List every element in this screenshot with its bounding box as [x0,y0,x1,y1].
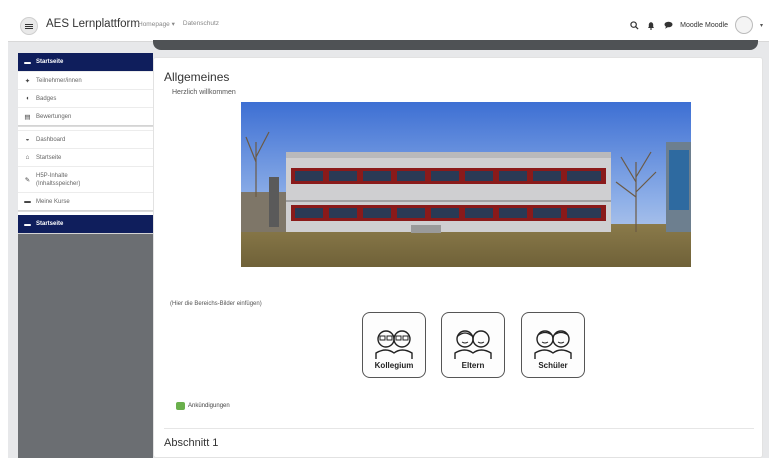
home-icon: ⌂ [25,154,30,161]
tile-label: Eltern [461,361,485,370]
teachers-icon [375,330,413,359]
sidebar-item-startseite[interactable]: ▬ Startseite [18,53,153,71]
sidebar-item-label: Meine Kurse [36,198,70,205]
section-title: Allgemeines [164,70,230,84]
chevron-down-icon[interactable]: ▾ [760,22,763,29]
parents-icon [454,330,492,359]
menu-item-datenschutz[interactable]: Datenschutz [183,20,219,28]
tile-schueler[interactable]: Schüler [521,312,585,378]
users-icon: ✦ [24,77,31,85]
sidebar-group1: ▬ Startseite ✦ Teilnehmer/innen ◖ Badges ▤ Bewe… [18,53,153,126]
tile-eltern[interactable]: Eltern [441,312,505,378]
table-icon: ▤ [24,113,31,121]
menu-item-homepage[interactable]: Homepage ▾ [138,20,175,28]
sidebar-item-teilnehmer-innen[interactable]: ✦ Teilnehmer/innen [18,71,153,89]
sidebar-item-meine-kurse[interactable]: ▬ Meine Kurse [18,192,153,210]
sidebar-item-label: Bewertungen [36,113,72,120]
drawer-toggle-button[interactable] [20,17,38,35]
sidebar-group3: ▬ Startseite [18,215,153,234]
chat-icon[interactable] [663,20,673,30]
tile-label: Kollegium [374,361,414,370]
custom-menu: Homepage ▾ Datenschutz [138,20,219,28]
sidebar-item-startseite[interactable]: ⌂ Startseite [18,148,153,166]
sidebar-item-h5p-inhalte-inhaltsspeicher[interactable]: ✎ H5P-Inhalte (Inhaltsspeicher) [18,166,153,192]
forum-icon [176,402,185,410]
bell-icon[interactable] [646,20,656,30]
placeholder-text: (Hier die Bereichs-Bilder einfügen) [170,301,262,307]
sidebar-item-startseite[interactable]: ▬ Startseite [18,215,153,233]
main-content: Allgemeines Herzlich willkommen (Hier di… [153,57,763,458]
site-brand[interactable]: AES Lernplattform [46,18,140,30]
tile-kollegium[interactable]: Kollegium [362,312,426,378]
school-building-image [241,102,691,267]
sidebar-item-label: Badges [36,95,57,102]
graduation-icon: ▬ [24,58,31,66]
sidebar-item-label: Teilnehmer/innen [36,77,82,84]
pencil-icon: ✎ [24,176,31,184]
sidebar-item-dashboard[interactable]: ◒ Dashboard [18,130,153,148]
page-header-strip [153,40,758,50]
hamburger-icon [25,25,33,27]
sidebar-item-bewertungen[interactable]: ▤ Bewertungen [18,107,153,125]
students-icon [534,330,572,359]
sidebar-item-label: Startseite [36,59,64,65]
sidebar-item-label: Startseite [36,154,62,161]
user-navigation: Moodle Moodle ▾ [629,16,763,34]
school-photo [241,102,691,267]
search-icon[interactable] [629,20,639,30]
section-divider [164,428,754,429]
sidebar-item-label: Startseite [36,221,64,227]
shield-icon: ◖ [25,95,30,102]
announcements-link[interactable]: Ankündigungen [176,402,230,410]
section-title-2: Abschnitt 1 [164,437,219,449]
graduation-icon: ▬ [24,220,31,228]
avatar[interactable] [734,16,753,34]
browser-viewport: AES Lernplattform Homepage ▾ Datenschutz… [8,8,769,458]
sidebar-item-badges[interactable]: ◖ Badges [18,89,153,107]
user-name[interactable]: Moodle Moodle [680,22,728,29]
sidebar-item-label: H5P-Inhalte (Inhaltsspeicher) [36,172,81,187]
announcements-label: Ankündigungen [188,403,230,409]
top-navbar: AES Lernplattform Homepage ▾ Datenschutz… [8,8,769,42]
dashboard-icon: ◒ [25,136,30,143]
sidebar-group2: ◒ Dashboard ⌂ Startseite ✎ H5P-Inhalte (Inhal… [18,130,153,211]
nav-drawer: ▬ Startseite ✦ Teilnehmer/innen ◖ Badges ▤ Bewe… [18,53,153,458]
welcome-text: Herzlich willkommen [172,89,236,96]
graduation-icon: ▬ [24,198,31,205]
tile-label: Schüler [538,361,568,370]
sidebar-item-label: Dashboard [36,136,66,143]
